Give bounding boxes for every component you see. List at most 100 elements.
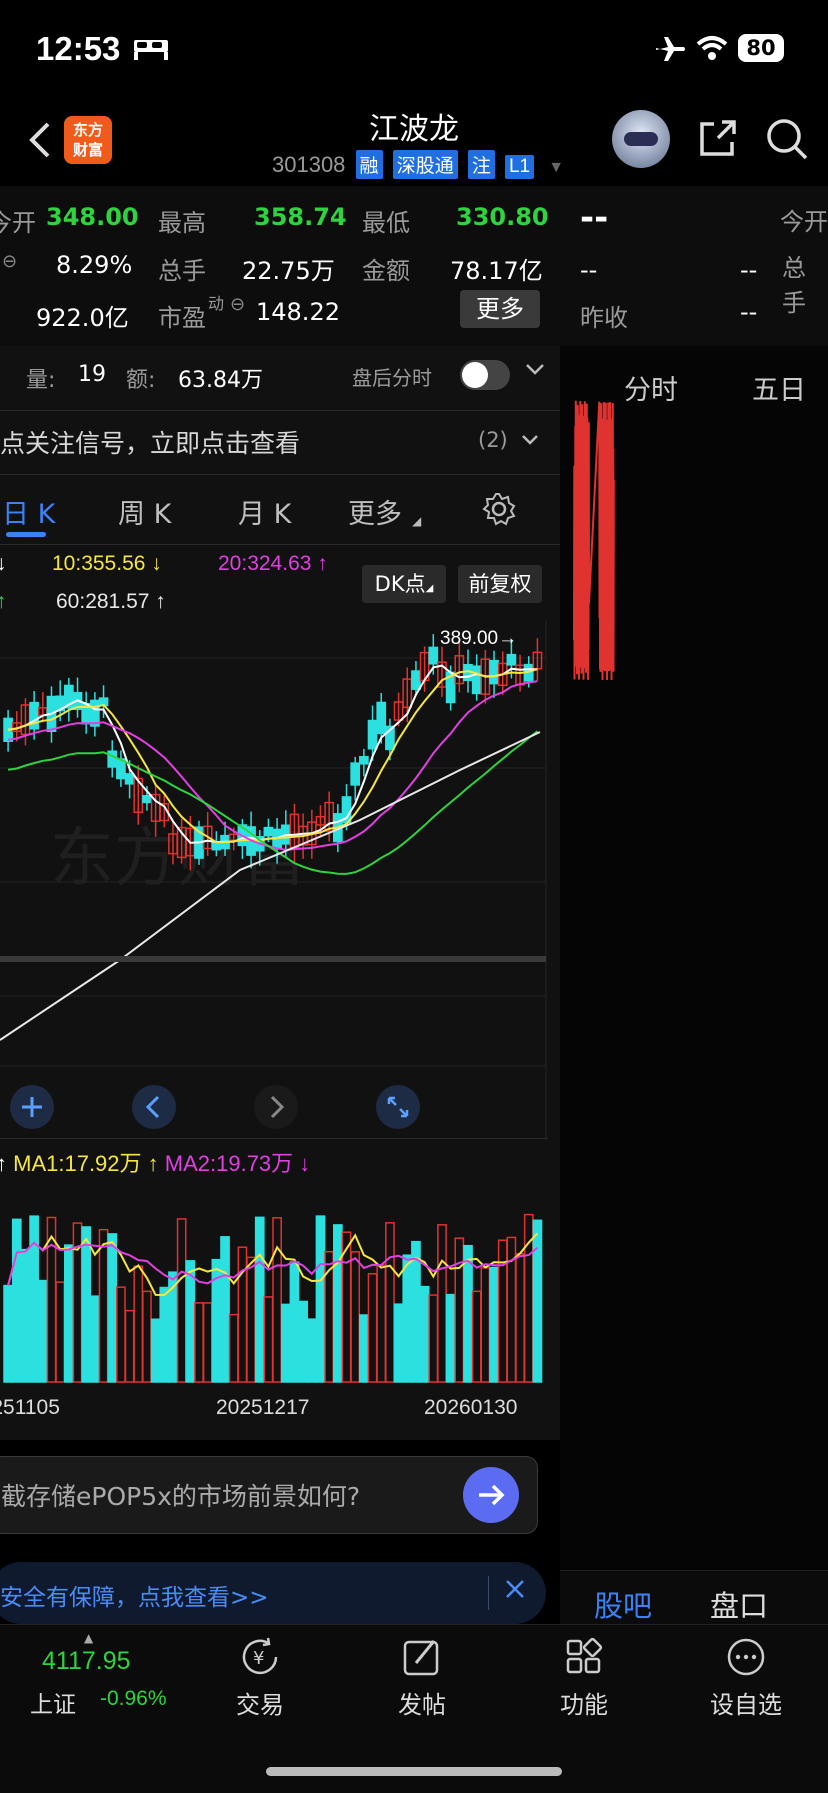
index-value[interactable]: 4117.95 <box>42 1647 131 1676</box>
right-v2: -- <box>740 256 758 284</box>
open-value: 348.00 <box>46 203 139 231</box>
caret-down-icon[interactable]: ▼ <box>548 159 564 176</box>
volume-bar <box>254 1216 265 1383</box>
candlestick-chart[interactable]: 东方财富 389.00→ <box>0 620 548 1140</box>
volume-bar <box>272 1217 282 1383</box>
grid-icon <box>566 1637 603 1674</box>
volume-bar <box>90 1295 100 1383</box>
volume-bar <box>350 1251 361 1383</box>
candle-body <box>142 794 152 804</box>
dk-label: DK点 <box>374 572 426 596</box>
zoom-in-button[interactable] <box>10 1085 54 1129</box>
tab-five-day[interactable]: 五日 <box>752 368 806 407</box>
x-tick-1-text: 20251105 <box>0 1396 60 1419</box>
volume-bar <box>359 1314 369 1383</box>
divider <box>0 410 560 411</box>
bottom-nav: ▲ 4117.95 上证 -0.96% ¥ 交易 发帖 功能 设自选 <box>0 1624 828 1793</box>
stock-subline: 301308 融 深股通 注 L1 ▼ <box>272 150 564 179</box>
candle-body <box>350 762 361 786</box>
dk-button[interactable]: DK点◢ <box>362 565 446 603</box>
volume-bar <box>480 1267 491 1383</box>
banner-divider <box>488 1576 489 1610</box>
trade-icon: ¥ <box>242 1637 278 1675</box>
scroll-right-button[interactable] <box>254 1085 298 1129</box>
search-icon[interactable] <box>764 116 810 166</box>
ah-amt-label: 额: <box>126 368 156 393</box>
right-vol-label: 总手 <box>782 254 806 317</box>
chevron-down-icon[interactable] <box>524 358 546 386</box>
ma20-value: 20:324.63 <box>218 552 312 575</box>
tab-intraday[interactable]: 分时 <box>624 368 678 407</box>
fq-button[interactable]: 前复权 <box>458 565 542 603</box>
stock-code: 301308 <box>272 152 346 177</box>
tab-more[interactable]: 更多 <box>348 492 402 531</box>
volume-bar <box>298 1300 308 1383</box>
nav-watchlist[interactable]: 设自选 <box>686 1635 806 1720</box>
ma60-label: 60:281.57 ↑ <box>56 590 166 613</box>
tab-month-k[interactable]: 月 K <box>238 492 291 531</box>
volume-label: 总手 <box>158 257 206 285</box>
settings-gear-icon[interactable] <box>482 492 516 530</box>
fullscreen-button[interactable] <box>376 1085 420 1129</box>
volume-bar <box>116 1286 126 1383</box>
volume-chart[interactable] <box>0 1176 548 1386</box>
amount-value: 78.17亿 <box>450 257 543 285</box>
safety-banner[interactable]: 安全有保障，点我查看>> <box>0 1562 546 1624</box>
ah-amt-value: 63.84万 <box>178 368 263 393</box>
edit-icon <box>403 1640 439 1676</box>
ma10-label: 10:355.56 ↓ <box>52 552 162 575</box>
volume-bar <box>306 1318 317 1383</box>
x-tick-1: 20251105 <box>0 1396 60 1420</box>
home-indicator <box>266 1767 562 1776</box>
nav-post[interactable]: 发帖 <box>362 1635 482 1720</box>
scroll-left-button[interactable] <box>132 1085 176 1129</box>
nav-function-label: 功能 <box>560 1691 608 1719</box>
tab-day-k[interactable]: 日 K <box>2 492 55 531</box>
tag-sgt: 深股通 <box>392 150 458 179</box>
ma30-arrow: ↑ <box>0 590 7 613</box>
tab-guba[interactable]: 股吧 <box>594 1583 652 1625</box>
candle-body <box>506 653 517 666</box>
more-button[interactable]: 更多 <box>460 290 540 328</box>
volume-bar <box>185 1260 196 1383</box>
robot-avatar-icon[interactable] <box>612 110 670 168</box>
more-dots-icon <box>727 1638 765 1676</box>
info-icon[interactable]: ⊖ <box>2 251 17 272</box>
nav-function[interactable]: 功能 <box>524 1635 644 1720</box>
chart-separator <box>0 956 546 962</box>
tab-pankou[interactable]: 盘口 <box>710 1583 768 1625</box>
airplane-icon <box>654 34 686 68</box>
vol-ma2: MA2:19.73万 <box>164 1151 294 1176</box>
volume-bar <box>37 1279 48 1383</box>
x-tick-2: 20251217 <box>216 1396 310 1419</box>
nav-trade[interactable]: ¥ 交易 <box>200 1635 320 1720</box>
vol-ma1: MA1:17.92万 <box>13 1151 142 1176</box>
ma-line <box>7 668 538 844</box>
volume-bar <box>20 1248 31 1383</box>
volume-bar <box>445 1293 456 1383</box>
signal-chevron-icon[interactable] <box>520 430 540 454</box>
volume-bar <box>454 1237 465 1383</box>
ma10-value: 10:355.56 <box>52 552 146 575</box>
divider <box>0 1138 548 1139</box>
tab-week-k[interactable]: 周 K <box>118 492 171 531</box>
ah-toggle-label: 盘后分时 <box>352 366 432 390</box>
candle-body <box>428 646 439 665</box>
close-icon[interactable] <box>502 1576 528 1606</box>
volume-bar <box>263 1296 274 1383</box>
signal-text[interactable]: 点关注信号，立即点击查看 <box>0 424 300 460</box>
index-name: 上证 <box>30 1692 76 1718</box>
x-tick-3: 20260130 <box>424 1396 518 1419</box>
svg-text:¥: ¥ <box>253 1648 264 1669</box>
wifi-icon <box>696 34 728 66</box>
candle-body <box>359 756 369 765</box>
index-expand-icon[interactable]: ▲ <box>84 1631 93 1645</box>
send-arrow-icon[interactable] <box>463 1467 519 1523</box>
share-icon[interactable] <box>696 118 738 164</box>
pe-info-icon[interactable]: ⊖ <box>230 294 245 315</box>
after-hours-toggle[interactable] <box>460 360 510 390</box>
volume-bar <box>202 1302 213 1383</box>
pe-value: 148.22 <box>256 298 340 326</box>
right-bottom-tabs: 股吧 盘口 <box>560 1570 828 1625</box>
ai-input-box[interactable]: 截存储ePOP5x的市场前景如何? <box>0 1456 538 1534</box>
